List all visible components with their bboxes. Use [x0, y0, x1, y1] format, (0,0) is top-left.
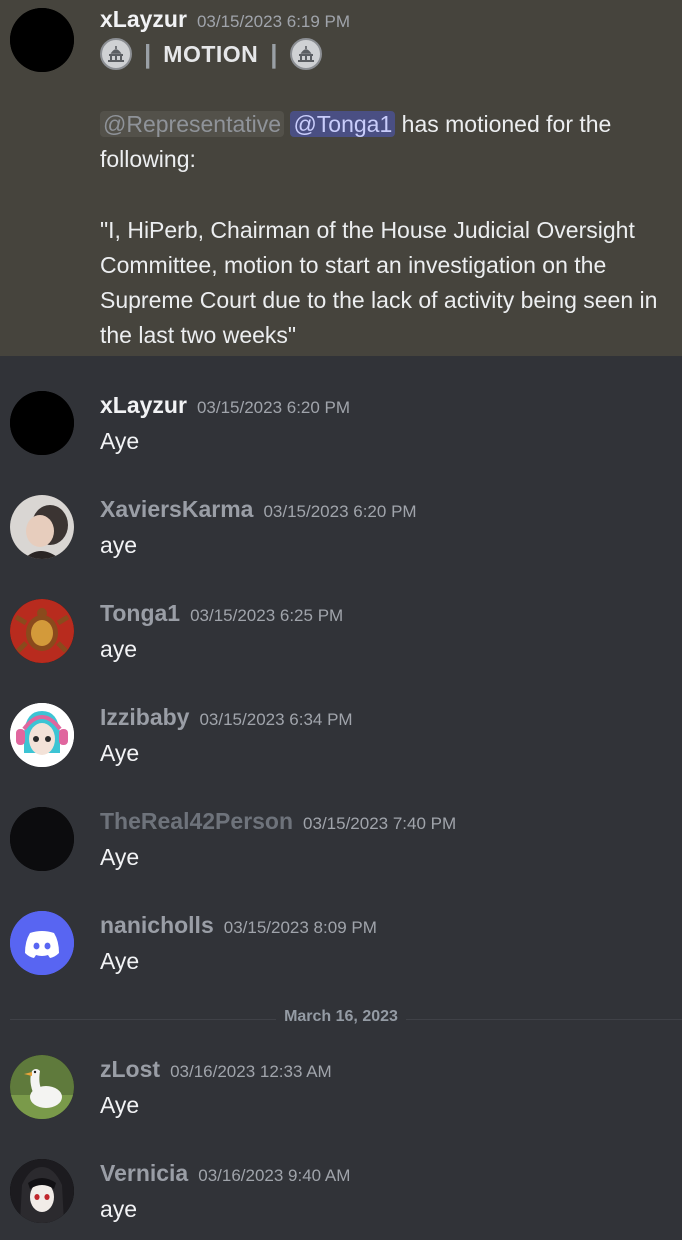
- message-header: nanicholls 03/15/2023 8:09 PM: [100, 912, 377, 939]
- avatar[interactable]: [10, 1055, 74, 1119]
- username[interactable]: nanicholls: [100, 912, 214, 938]
- message-content: Aye: [100, 844, 140, 870]
- username[interactable]: Tonga1: [100, 600, 180, 626]
- username[interactable]: xLayzur: [100, 392, 187, 418]
- message-header: XaviersKarma 03/15/2023 6:20 PM: [100, 496, 417, 523]
- avatar[interactable]: [10, 8, 74, 72]
- timestamp: 03/15/2023 7:40 PM: [303, 814, 457, 833]
- username[interactable]: Vernicia: [100, 1160, 188, 1186]
- username[interactable]: XaviersKarma: [100, 496, 253, 522]
- avatar[interactable]: [10, 703, 74, 767]
- message-content: aye: [100, 532, 138, 558]
- timestamp: 03/16/2023 12:33 AM: [170, 1062, 332, 1081]
- username[interactable]: Izzibaby: [100, 704, 189, 730]
- timestamp: 03/15/2023 6:19 PM: [196, 12, 351, 31]
- message-highlighted: xLayzur 03/15/2023 6:19 PM | MOTION | @Re…: [0, 0, 682, 356]
- discord-logo-icon[interactable]: [10, 911, 74, 975]
- message-header: xLayzur 03/15/2023 6:19 PM: [100, 6, 350, 33]
- message-content: Aye: [100, 740, 140, 766]
- message-content: Aye: [100, 428, 140, 454]
- message-content: Aye: [100, 948, 140, 974]
- timestamp: 03/15/2023 6:34 PM: [199, 710, 353, 729]
- message-header: TheReal42Person 03/15/2023 7:40 PM: [100, 808, 456, 835]
- motion-quote: "I, HiPerb, Chairman of the House Judici…: [100, 217, 658, 348]
- avatar[interactable]: [10, 599, 74, 663]
- motion-intro: @Representative @Tonga1 has motioned for…: [100, 107, 660, 177]
- timestamp: 03/16/2023 9:40 AM: [198, 1166, 351, 1185]
- chat-log: xLayzur 03/15/2023 6:19 PM | MOTION | @Re…: [0, 0, 682, 1240]
- date-divider-label: March 16, 2023: [276, 1008, 406, 1025]
- message-header: xLayzur 03/15/2023 6:20 PM: [100, 392, 350, 419]
- message-content: aye: [100, 636, 138, 662]
- motion-label: MOTION: [163, 40, 259, 67]
- capitol-emoji-icon: [100, 38, 132, 70]
- timestamp: 03/15/2023 8:09 PM: [223, 918, 377, 937]
- message-content: Aye: [100, 1092, 140, 1118]
- divider-pipe: |: [144, 38, 152, 69]
- timestamp: 03/15/2023 6:25 PM: [190, 606, 344, 625]
- capitol-emoji-icon: [289, 38, 322, 70]
- message-content: aye: [100, 1196, 138, 1222]
- username[interactable]: zLost: [100, 1056, 160, 1082]
- avatar[interactable]: [10, 495, 74, 559]
- message-header: Izzibaby 03/15/2023 6:34 PM: [100, 704, 353, 731]
- message-header: Vernicia 03/16/2023 9:40 AM: [100, 1160, 350, 1187]
- motion-banner: | MOTION |: [100, 36, 322, 72]
- user-mention[interactable]: @Tonga1: [290, 111, 396, 137]
- divider-pipe: |: [270, 38, 278, 69]
- timestamp: 03/15/2023 6:20 PM: [196, 398, 351, 417]
- avatar[interactable]: [10, 1159, 74, 1223]
- timestamp: 03/15/2023 6:20 PM: [263, 502, 417, 521]
- message-header: Tonga1 03/15/2023 6:25 PM: [100, 600, 343, 627]
- avatar[interactable]: [10, 807, 74, 871]
- username[interactable]: xLayzur: [100, 6, 187, 32]
- avatar[interactable]: [10, 391, 74, 455]
- role-mention[interactable]: @Representative: [100, 111, 285, 137]
- message-header: zLost 03/16/2023 12:33 AM: [100, 1056, 332, 1083]
- username[interactable]: TheReal42Person: [100, 808, 293, 834]
- date-divider: March 16, 2023: [0, 1008, 682, 1026]
